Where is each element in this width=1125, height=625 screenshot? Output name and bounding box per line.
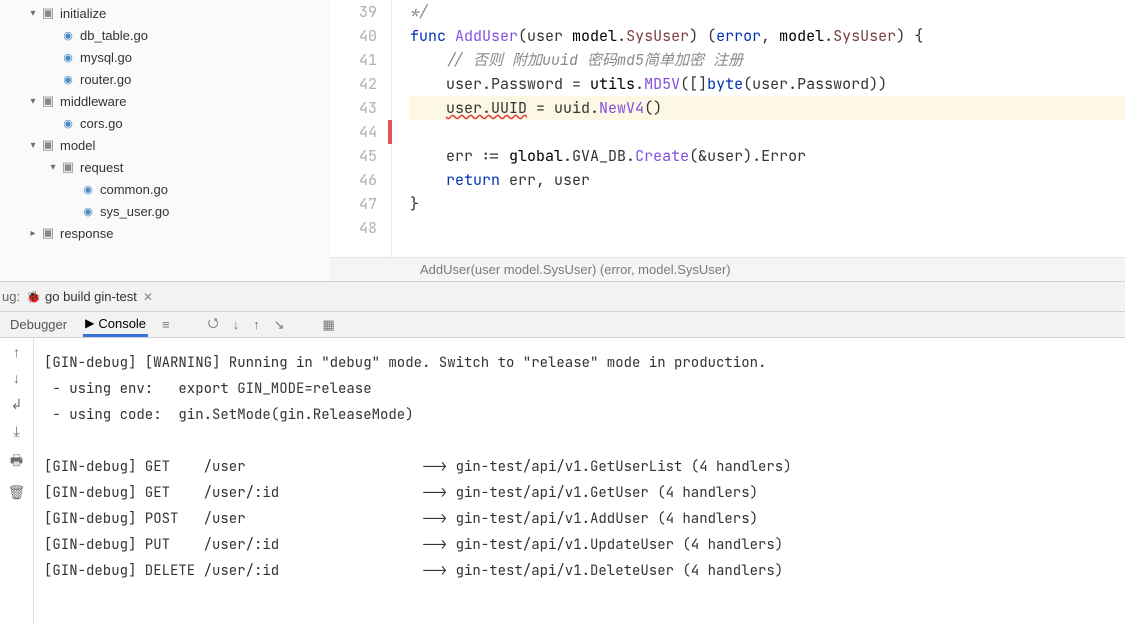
- run-to-cursor-icon[interactable]: ↘: [274, 317, 285, 333]
- tree-folder-model[interactable]: ▾▣model: [0, 134, 330, 156]
- step-over-icon[interactable]: ⭯: [208, 314, 219, 336]
- folder-icon: ▣: [40, 137, 56, 153]
- tree-file-common[interactable]: ◉ common.go: [0, 178, 330, 200]
- tree-file-sys-user[interactable]: ◉ sys_user.go: [0, 200, 330, 222]
- tree-label: common.go: [100, 182, 168, 197]
- line-gutter: 39 40 41 42 43 44 45 46 47 48: [330, 0, 392, 257]
- go-file-icon: ◉: [80, 183, 96, 196]
- go-file-icon: ◉: [80, 205, 96, 218]
- go-file-icon: ◉: [60, 117, 76, 130]
- scroll-to-end-icon[interactable]: ⤓: [13, 423, 19, 440]
- tree-file-mysql[interactable]: ◉ mysql.go: [0, 46, 330, 68]
- run-config-name[interactable]: go build gin-test: [45, 289, 137, 304]
- folder-icon: ▣: [40, 93, 56, 109]
- tree-label: model: [60, 138, 95, 153]
- debug-prefix: ug:: [2, 289, 20, 304]
- code-lines[interactable]: */ func AddUser(user model.SysUser) (err…: [392, 0, 1125, 257]
- project-tree[interactable]: ▾▣initialize ◉db_table.go ◉mysql.go ◉rou…: [0, 0, 330, 281]
- tab-console[interactable]: ▶Console: [83, 312, 148, 337]
- step-into-icon[interactable]: ↓: [233, 317, 240, 332]
- folder-icon: ▣: [40, 5, 56, 21]
- tree-label: db_table.go: [80, 28, 148, 43]
- run-icon: 🐞: [26, 290, 41, 304]
- console-icon: ▶: [85, 316, 94, 330]
- tab-debugger[interactable]: Debugger: [8, 312, 69, 337]
- tree-folder-request[interactable]: ▾▣request: [0, 156, 330, 178]
- tree-label: request: [80, 160, 123, 175]
- print-icon[interactable]: 🖶: [10, 450, 23, 474]
- tree-label: sys_user.go: [100, 204, 169, 219]
- soft-wrap-icon[interactable]: ↲: [11, 396, 23, 413]
- scroll-down-icon[interactable]: ↓: [13, 370, 20, 386]
- tree-file-cors[interactable]: ◉ cors.go: [0, 112, 330, 134]
- go-file-icon: ◉: [60, 51, 76, 64]
- tree-label: initialize: [60, 6, 106, 21]
- run-config-bar: ug: 🐞 go build gin-test ✕: [0, 282, 1125, 312]
- settings-icon[interactable]: ≡: [162, 317, 170, 332]
- code-editor[interactable]: 39 40 41 42 43 44 45 46 47 48 */ func Ad…: [330, 0, 1125, 281]
- tool-window-tabs: Debugger ▶Console ≡ ⭯ ↓ ↑ ↘ ▦: [0, 312, 1125, 338]
- go-file-icon: ◉: [60, 73, 76, 86]
- tree-folder-initialize[interactable]: ▾▣initialize: [0, 2, 330, 24]
- scroll-up-icon[interactable]: ↑: [13, 344, 20, 360]
- tree-folder-response[interactable]: ▸▣response: [0, 222, 330, 244]
- folder-icon: ▣: [60, 159, 76, 175]
- go-file-icon: ◉: [60, 29, 76, 42]
- close-icon[interactable]: ✕: [143, 290, 153, 304]
- clear-icon[interactable]: 🗑: [8, 484, 26, 501]
- tree-label: cors.go: [80, 116, 123, 131]
- tree-label: mysql.go: [80, 50, 132, 65]
- tree-label: middleware: [60, 94, 126, 109]
- tree-label: router.go: [80, 72, 131, 87]
- tree-file-db-table[interactable]: ◉ db_table.go: [0, 24, 330, 46]
- tree-label: response: [60, 226, 113, 241]
- tree-file-router[interactable]: ◉ router.go: [0, 68, 330, 90]
- step-out-icon[interactable]: ↑: [253, 317, 260, 332]
- console-output[interactable]: [GIN-debug] [WARNING] Running in "debug"…: [34, 338, 1125, 625]
- console-toolbar: ↑ ↓ ↲ ⤓ 🖶 🗑: [0, 338, 34, 625]
- evaluate-icon[interactable]: ▦: [323, 317, 335, 333]
- tree-folder-middleware[interactable]: ▾▣middleware: [0, 90, 330, 112]
- folder-icon: ▣: [40, 225, 56, 241]
- breadcrumb[interactable]: AddUser(user model.SysUser) (error, mode…: [330, 257, 1125, 281]
- change-marker: [388, 120, 392, 144]
